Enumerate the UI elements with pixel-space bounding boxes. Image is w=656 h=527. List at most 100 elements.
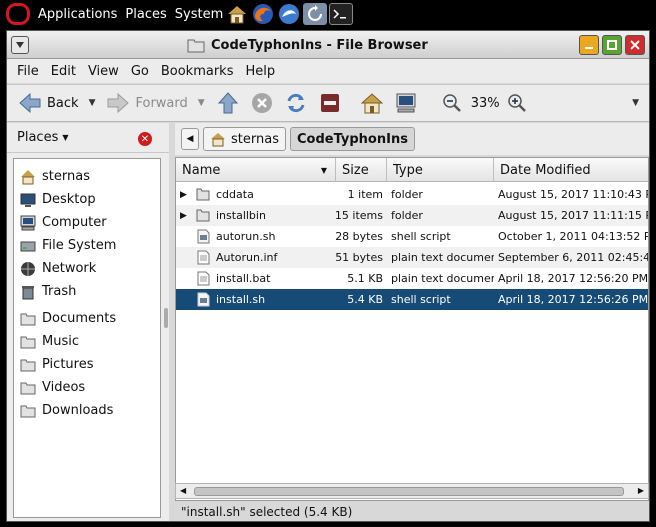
menu-view[interactable]: View <box>88 64 119 79</box>
horizontal-scrollbar[interactable]: ◀ ▶ <box>175 483 649 499</box>
file-browser-window: CodeTyphonIns - File Browser File Edit V… <box>6 30 650 522</box>
breadcrumb-sternas[interactable]: sternas <box>203 127 286 151</box>
sidebar-item-documents[interactable]: Documents <box>14 307 160 330</box>
sidebar-item-file-system[interactable]: File System <box>14 234 160 257</box>
delete-button[interactable] <box>313 88 347 118</box>
close-button[interactable] <box>625 35 645 55</box>
titlebar[interactable]: CodeTyphonIns - File Browser <box>7 31 649 59</box>
shell-script-icon <box>197 229 210 244</box>
stop-button[interactable] <box>245 88 279 118</box>
sort-descending-icon: ▼ <box>320 165 327 175</box>
window-menu-button[interactable] <box>11 35 29 54</box>
sidebar-item-sternas[interactable]: sternas <box>14 165 160 188</box>
table-row[interactable]: Autorun.inf 51 bytes plain text document… <box>176 247 648 268</box>
menu-go[interactable]: Go <box>131 64 149 79</box>
sidebar-item-videos[interactable]: Videos <box>14 376 160 399</box>
menu-file[interactable]: File <box>17 64 39 79</box>
breadcrumb-codetyphonins[interactable]: CodeTyphonIns <box>289 127 415 151</box>
text-document-icon <box>197 271 210 286</box>
toolbar-overflow-dropdown[interactable]: ▼ <box>632 98 639 108</box>
sidebar-item-downloads[interactable]: Downloads <box>14 399 160 422</box>
home-launcher-icon[interactable] <box>225 3 249 25</box>
back-history-dropdown[interactable]: ▼ <box>89 98 96 108</box>
sidebar-item-label: Documents <box>42 311 117 326</box>
sidebar-item-computer[interactable]: Computer <box>14 211 160 234</box>
places-menu[interactable]: Places <box>125 7 166 22</box>
menubar: File Edit View Go Bookmarks Help <box>7 59 649 83</box>
breadcrumb-label: CodeTyphonIns <box>296 131 408 147</box>
column-header-type[interactable]: Type <box>387 158 494 182</box>
table-row[interactable]: ▶ installbin 15 items folder August 15, … <box>176 205 648 226</box>
forward-button[interactable]: Forward <box>101 88 191 118</box>
update-launcher-icon[interactable] <box>303 3 328 25</box>
firefox-launcher-icon[interactable] <box>251 3 275 25</box>
sidebar-item-pictures[interactable]: Pictures <box>14 353 160 376</box>
table-row[interactable]: install.bat 5.1 KB plain text document A… <box>176 268 648 289</box>
column-header-label: Type <box>393 162 423 178</box>
zoom-in-button[interactable] <box>500 88 534 118</box>
sidebar-item-label: Network <box>42 261 97 276</box>
sidebar-item-label: Music <box>42 334 79 349</box>
folder-icon <box>20 359 36 371</box>
computer-button[interactable] <box>389 88 423 118</box>
sidebar-item-trash[interactable]: Trash <box>14 280 160 303</box>
sidebar-close-icon[interactable]: ✕ <box>138 132 152 146</box>
sidebar-header-label: Places <box>17 130 59 145</box>
menu-bookmarks[interactable]: Bookmarks <box>161 64 234 79</box>
scroll-right-arrow-icon[interactable]: ▶ <box>638 486 644 495</box>
file-size: 51 bytes <box>336 251 383 264</box>
sidebar-pane-divider[interactable] <box>163 158 169 518</box>
no-entry-icon <box>317 90 343 116</box>
status-text: "install.sh" selected (5.4 KB) <box>181 505 353 519</box>
system-menu[interactable]: System <box>175 7 223 22</box>
file-type: folder <box>391 209 423 222</box>
column-header-name[interactable]: Name ▼ <box>176 158 336 182</box>
chevron-down-icon: ▼ <box>62 133 69 142</box>
forward-history-dropdown[interactable]: ▼ <box>198 98 205 108</box>
scroll-left-arrow-icon[interactable]: ◀ <box>180 486 186 495</box>
column-header-size[interactable]: Size <box>336 158 387 182</box>
file-name: install.bat <box>216 272 271 285</box>
up-button[interactable] <box>211 88 245 118</box>
applications-menu[interactable]: Applications <box>38 7 117 22</box>
column-header-label: Date Modified <box>500 162 591 178</box>
mail-launcher-icon[interactable] <box>277 3 301 25</box>
column-header-date-modified[interactable]: Date Modified <box>494 158 648 182</box>
forward-arrow-icon <box>105 90 131 116</box>
sidebar-item-network[interactable]: Network <box>14 257 160 280</box>
network-icon <box>21 261 35 276</box>
terminal-launcher-icon[interactable] <box>329 3 354 25</box>
back-button[interactable]: Back <box>13 88 83 118</box>
table-row[interactable]: autorun.sh 28 bytes shell script October… <box>176 226 648 247</box>
desktop-icon <box>20 193 36 207</box>
table-row-selected[interactable]: install.sh 5.4 KB shell script April 18,… <box>176 289 648 310</box>
menu-help[interactable]: Help <box>245 64 275 79</box>
location-pathbar: ◀ sternas CodeTyphonIns <box>175 123 649 155</box>
reload-button[interactable] <box>279 88 313 118</box>
back-arrow-icon <box>17 90 43 116</box>
file-size: 28 bytes <box>336 230 383 243</box>
minimize-button[interactable] <box>579 35 599 55</box>
scrollbar-thumb[interactable] <box>194 487 624 496</box>
sidebar-item-desktop[interactable]: Desktop <box>14 188 160 211</box>
home-button[interactable] <box>355 88 389 118</box>
menu-edit[interactable]: Edit <box>51 64 76 79</box>
zoom-out-button[interactable] <box>435 88 469 118</box>
column-header-label: Size <box>342 162 369 178</box>
file-type: plain text document <box>391 272 494 285</box>
sidebar-item-music[interactable]: Music <box>14 330 160 353</box>
folder-icon <box>20 336 36 348</box>
maximize-button[interactable] <box>602 35 622 55</box>
zoom-in-icon <box>504 90 530 116</box>
file-date: August 15, 2017 11:11:15 PM EEST <box>498 209 648 222</box>
oracle-logo-icon[interactable] <box>6 3 30 25</box>
expand-arrow-icon[interactable]: ▶ <box>180 190 192 200</box>
file-type: shell script <box>391 293 451 306</box>
table-row[interactable]: ▶ cddata 1 item folder August 15, 2017 1… <box>176 184 648 205</box>
pathbar-scroll-left-button[interactable]: ◀ <box>181 128 199 150</box>
expand-arrow-icon[interactable]: ▶ <box>180 211 192 221</box>
file-date: September 6, 2011 02:45:42 AM EEST <box>498 251 648 264</box>
sidebar-item-label: sternas <box>42 169 90 184</box>
file-size: 15 items <box>336 209 383 222</box>
file-size: 5.1 KB <box>347 272 383 285</box>
